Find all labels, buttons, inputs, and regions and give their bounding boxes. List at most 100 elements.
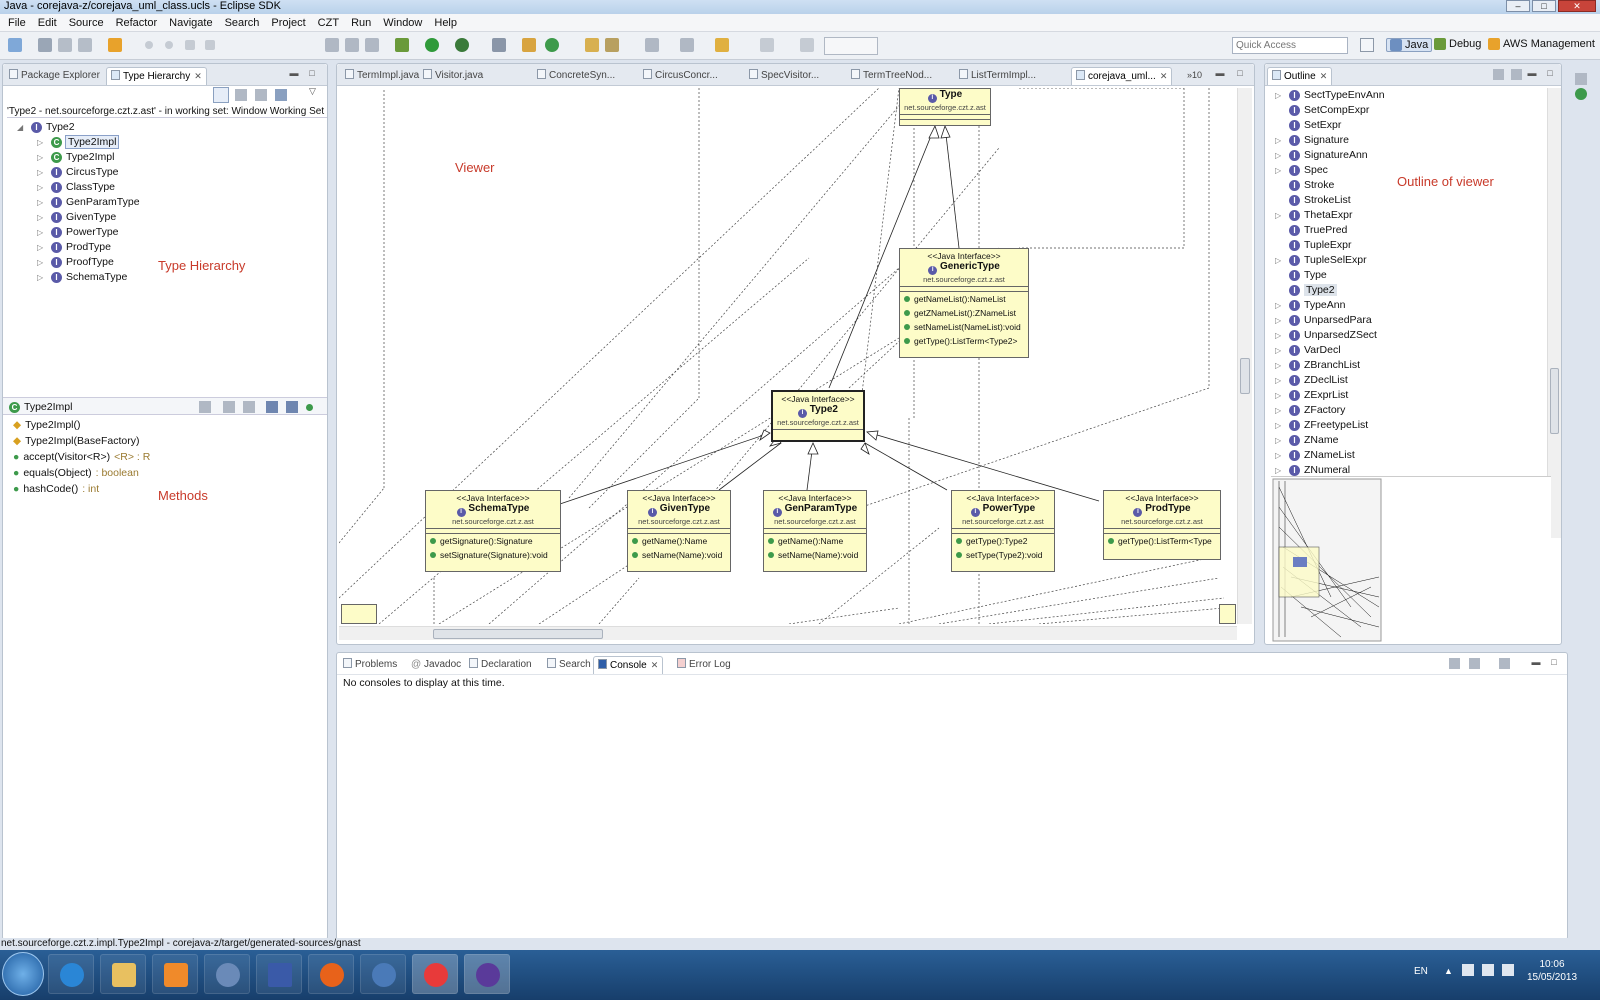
lock-view-icon[interactable] (199, 401, 211, 413)
close-tab-icon[interactable]: ✕ (1320, 71, 1328, 81)
new-java-project-icon[interactable] (522, 38, 536, 52)
tab-search[interactable]: Search (543, 656, 595, 674)
save-icon[interactable] (38, 38, 52, 52)
subtype-hierarchy-icon[interactable] (255, 89, 267, 101)
clock[interactable]: 10:06 15/05/2013 (1524, 958, 1580, 984)
perspective-aws[interactable]: AWS Management (1488, 38, 1595, 50)
uml-interface-schematype[interactable]: <<Java Interface>> I SchemaType net.sour… (425, 490, 561, 572)
new-icon[interactable] (8, 38, 22, 52)
menu-navigate[interactable]: Navigate (163, 17, 218, 29)
outline-vscrollbar[interactable] (1547, 88, 1561, 538)
member-item[interactable]: ● accept(Visitor<R>) <R> : R (13, 450, 150, 464)
outline-item[interactable]: ▷ I Spec (1275, 163, 1328, 177)
print-icon[interactable] (78, 38, 92, 52)
run-icon[interactable] (425, 38, 439, 52)
back-icon[interactable] (715, 38, 729, 52)
open-type-icon[interactable] (585, 38, 599, 52)
pin-console-icon[interactable] (1449, 658, 1460, 669)
taskbar-explorer[interactable] (100, 954, 146, 994)
taskbar-star[interactable] (412, 954, 458, 994)
uml-class-type[interactable]: I Type net.sourceforge.czt.z.ast (899, 88, 991, 126)
tree-item[interactable]: ▷ I SchemaType (37, 270, 127, 284)
outline-item[interactable]: ▷ I SignatureAnn (1275, 148, 1368, 162)
outline-item[interactable]: ▷ I ZFactory (1275, 403, 1345, 417)
hide-static-icon[interactable] (286, 401, 298, 413)
new-class-icon[interactable] (545, 38, 559, 52)
editor-tab[interactable]: CircusConcr... (639, 67, 722, 85)
skip-icon[interactable] (492, 38, 506, 52)
package-icon[interactable] (108, 38, 122, 52)
outline-item[interactable]: ▷ I ZNameList (1275, 448, 1355, 462)
supertype-hierarchy-icon[interactable] (235, 89, 247, 101)
scroll-thumb[interactable] (433, 629, 603, 639)
outline-item[interactable]: ▷ I ZName (1275, 433, 1338, 447)
outline-item[interactable]: I SetCompExpr (1275, 103, 1369, 117)
menu-edit[interactable]: Edit (32, 17, 63, 29)
menu-project[interactable]: Project (265, 17, 311, 29)
tree-item[interactable]: ▷ I CircusType (37, 165, 119, 179)
diagram-overview[interactable] (1271, 476, 1551, 642)
tab-declaration[interactable]: Declaration (465, 656, 536, 674)
taskbar-firefox[interactable] (308, 954, 354, 994)
tab-problems[interactable]: Problems (339, 656, 401, 674)
menu-file[interactable]: File (2, 17, 32, 29)
debug-icon[interactable] (395, 38, 409, 52)
menu-help[interactable]: Help (428, 17, 463, 29)
editor-tab[interactable]: ListTermImpl... (955, 67, 1040, 85)
perspective-debug[interactable]: Debug (1434, 38, 1481, 50)
taskbar-app[interactable] (204, 954, 250, 994)
tree-item[interactable]: ▷ I GenParamType (37, 195, 140, 209)
taskbar-ie[interactable] (48, 954, 94, 994)
flag-icon[interactable] (1462, 964, 1474, 976)
outline-item[interactable]: ▷ I SectTypeEnvAnn (1275, 88, 1385, 102)
step-return-icon[interactable] (205, 40, 215, 50)
tab-type-hierarchy[interactable]: Type Hierarchy ✕ (106, 67, 207, 85)
view-menu-icon[interactable]: ▽ (309, 86, 316, 97)
save-all-icon[interactable] (58, 38, 72, 52)
minimize-view-icon[interactable]: ▬ (1215, 69, 1225, 79)
member-item[interactable]: ● equals(Object) : boolean (13, 466, 139, 480)
minimize-view-icon[interactable]: ▬ (289, 69, 299, 79)
outline-item[interactable]: I Stroke (1275, 178, 1334, 192)
tab-overflow[interactable]: »10 (1183, 67, 1206, 85)
outline-item[interactable]: I StrokeList (1275, 193, 1351, 207)
display-console-icon[interactable] (1469, 658, 1480, 669)
restore-icon[interactable] (1575, 73, 1587, 85)
member-item[interactable]: ◆ Type2Impl(BaseFactory) (13, 434, 139, 448)
next-annotation-icon[interactable] (680, 38, 694, 52)
forward-icon[interactable] (760, 38, 774, 52)
show-inherited-icon[interactable] (223, 401, 235, 413)
hide-fields-icon[interactable] (266, 401, 278, 413)
menu-czt[interactable]: CZT (312, 17, 345, 29)
editor-hscrollbar[interactable] (339, 626, 1237, 640)
sort-members-icon[interactable] (243, 401, 255, 413)
link-editor-icon[interactable] (1511, 69, 1522, 80)
maximize-view-icon[interactable]: □ (1549, 658, 1559, 668)
tree-item[interactable]: ▷ I ProdType (37, 240, 111, 254)
maximize-view-icon[interactable]: □ (1545, 69, 1555, 79)
taskbar-media[interactable] (152, 954, 198, 994)
network-tray-icon[interactable] (1482, 964, 1494, 976)
maximize-view-icon[interactable]: □ (1235, 69, 1245, 79)
menu-refactor[interactable]: Refactor (110, 17, 164, 29)
volume-icon[interactable] (1502, 964, 1514, 976)
outline-item[interactable]: I SetExpr (1275, 118, 1341, 132)
annotation-icon[interactable] (645, 38, 659, 52)
editor-tab[interactable]: TermImpl.java (341, 67, 423, 85)
uml-interface-generictype[interactable]: <<Java Interface>> I GenericType net.sou… (899, 248, 1029, 358)
outline-item[interactable]: I TupleExpr (1275, 238, 1351, 252)
tab-error-log[interactable]: Error Log (673, 656, 735, 674)
history-icon[interactable] (275, 89, 287, 101)
menu-run[interactable]: Run (345, 17, 377, 29)
external-tools-icon[interactable] (455, 38, 469, 52)
outline-item-selected[interactable]: I Type2 (1275, 283, 1337, 297)
outline-item[interactable]: ▷ I ZBranchList (1275, 358, 1360, 372)
outline-item[interactable]: ▷ I ZNumeral (1275, 463, 1350, 477)
tree-item[interactable]: ▷ I ProofType (37, 255, 114, 269)
close-tab-icon[interactable]: ✕ (651, 660, 659, 670)
editor-tab[interactable]: TermTreeNod... (847, 67, 936, 85)
minimize-view-icon[interactable]: ▬ (1527, 69, 1537, 79)
editor-tab-active[interactable]: corejava_uml... ✕ (1071, 67, 1173, 85)
editor-tab[interactable]: Visitor.java (419, 67, 487, 85)
taskbar-thunderbird[interactable] (360, 954, 406, 994)
